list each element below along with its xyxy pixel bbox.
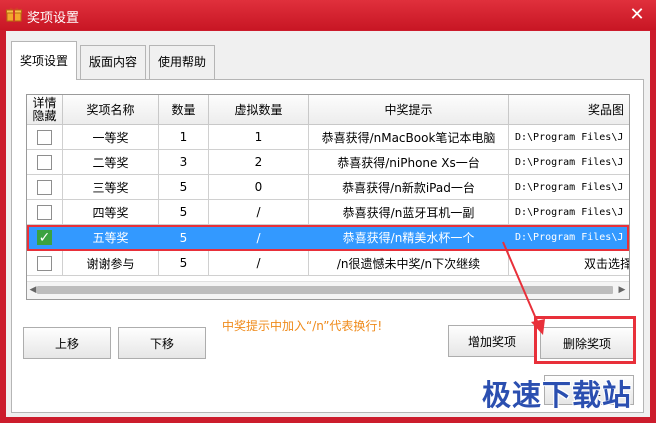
virtual-count-cell[interactable]: / [209, 225, 309, 251]
column-header-count[interactable]: 数量 [159, 95, 209, 125]
tab-help[interactable]: 使用帮助 [149, 45, 215, 79]
hide-detail-checkbox[interactable] [37, 204, 52, 220]
table-row[interactable]: 四等奖 5 / 恭喜获得/n蓝牙耳机一副 D:\Program Files\J [27, 200, 629, 225]
delete-prize-button[interactable]: 删除奖项 [540, 327, 634, 359]
prize-name-cell[interactable]: 四等奖 [63, 200, 159, 225]
hide-detail-checkbox[interactable] [37, 154, 52, 170]
move-down-button[interactable]: 下移 [118, 327, 206, 359]
win-tip-cell[interactable]: 恭喜获得/n精美水杯一个 [309, 225, 509, 251]
prize-count-cell[interactable]: 5 [159, 175, 209, 200]
win-tip-cell[interactable]: 恭喜获得/nMacBook笔记本电脑 [309, 125, 509, 150]
hide-detail-checkbox[interactable] [37, 129, 52, 145]
prize-settings-window: 奖项设置 ✕ 奖项设置 版面内容 使用帮助 详情隐藏 奖项名称 数量 虚拟数量 … [0, 0, 656, 423]
prize-grid[interactable]: 详情隐藏 奖项名称 数量 虚拟数量 中奖提示 奖品图 一等奖 1 1 恭喜获得/… [26, 94, 630, 300]
prize-image-cell[interactable]: D:\Program Files\J [509, 150, 629, 175]
window-title: 奖项设置 [27, 11, 80, 26]
column-header-image[interactable]: 奖品图 [509, 95, 629, 125]
hide-detail-checkbox[interactable] [37, 255, 52, 271]
scroll-right-icon[interactable]: ▶ [617, 285, 627, 295]
move-up-button[interactable]: 上移 [23, 327, 111, 359]
prize-count-cell[interactable]: 5 [159, 225, 209, 251]
virtual-count-cell[interactable]: / [209, 200, 309, 225]
prize-count-cell[interactable]: 1 [159, 125, 209, 150]
virtual-count-cell[interactable]: 1 [209, 125, 309, 150]
table-row[interactable]: 二等奖 3 2 恭喜获得/niPhone Xs一台 D:\Program Fil… [27, 150, 629, 175]
horizontal-scrollbar[interactable]: ◀ ▶ [27, 281, 629, 299]
add-prize-button[interactable]: 增加奖项 [448, 325, 536, 357]
prize-image-cell[interactable]: D:\Program Files\J [509, 175, 629, 200]
win-tip-cell[interactable]: /n很遗憾未中奖/n下次继续 [309, 251, 509, 276]
hide-detail-checkbox[interactable] [37, 179, 52, 195]
virtual-count-cell[interactable]: / [209, 251, 309, 276]
prize-image-cell[interactable]: 双击选择 [509, 251, 629, 276]
prize-name-cell[interactable]: 二等奖 [63, 150, 159, 175]
prize-settings-panel: 详情隐藏 奖项名称 数量 虚拟数量 中奖提示 奖品图 一等奖 1 1 恭喜获得/… [11, 79, 644, 413]
win-tip-cell[interactable]: 恭喜获得/n蓝牙耳机一副 [309, 200, 509, 225]
tab-label: 使用帮助 [157, 55, 206, 69]
virtual-count-cell[interactable]: 0 [209, 175, 309, 200]
close-icon: ✕ [629, 4, 645, 25]
prize-image-cell[interactable]: D:\Program Files\J [509, 125, 629, 150]
prize-name-cell[interactable]: 五等奖 [63, 225, 159, 251]
win-tip-cell[interactable]: 恭喜获得/n新款iPad一台 [309, 175, 509, 200]
line-break-hint: 中奖提示中加入“/n”代表换行! [222, 319, 383, 333]
close-button[interactable]: ✕ [628, 6, 646, 24]
virtual-count-cell[interactable]: 2 [209, 150, 309, 175]
table-row[interactable]: 三等奖 5 0 恭喜获得/n新款iPad一台 D:\Program Files\… [27, 175, 629, 200]
table-row[interactable]: 谢谢参与 5 / /n很遗憾未中奖/n下次继续 双击选择 [27, 251, 629, 276]
prize-count-cell[interactable]: 5 [159, 200, 209, 225]
gift-icon [6, 7, 22, 22]
column-header-name[interactable]: 奖项名称 [63, 95, 159, 125]
tab-label: 奖项设置 [19, 54, 68, 68]
hide-detail-checkbox-checked[interactable]: ✓ [37, 229, 52, 246]
scrollbar-thumb[interactable] [37, 286, 613, 294]
prize-image-cell[interactable]: D:\Program Files\J [509, 225, 629, 251]
prize-count-cell[interactable]: 3 [159, 150, 209, 175]
watermark-logo: 极速下载站 [482, 378, 633, 412]
column-header-virtual[interactable]: 虚拟数量 [209, 95, 309, 125]
title-bar[interactable]: 奖项设置 ✕ [0, 0, 656, 30]
prize-count-cell[interactable]: 5 [159, 251, 209, 276]
checkmark-icon: ✓ [38, 229, 51, 246]
prize-image-cell[interactable]: D:\Program Files\J [509, 200, 629, 225]
table-row[interactable]: 一等奖 1 1 恭喜获得/nMacBook笔记本电脑 D:\Program Fi… [27, 125, 629, 150]
column-header-tip[interactable]: 中奖提示 [309, 95, 509, 125]
dialog-client-area: 奖项设置 版面内容 使用帮助 详情隐藏 奖项名称 数量 虚拟数量 中奖提示 奖品… [6, 31, 650, 417]
column-header-hidden[interactable]: 详情隐藏 [27, 95, 63, 125]
grid-header-row: 详情隐藏 奖项名称 数量 虚拟数量 中奖提示 奖品图 [27, 95, 629, 125]
tab-prize-settings[interactable]: 奖项设置 [11, 41, 77, 80]
tab-layout-content[interactable]: 版面内容 [80, 45, 146, 79]
win-tip-cell[interactable]: 恭喜获得/niPhone Xs一台 [309, 150, 509, 175]
table-row-selected[interactable]: ✓ 五等奖 5 / 恭喜获得/n精美水杯一个 D:\Program Files\… [27, 225, 629, 251]
tab-label: 版面内容 [88, 55, 137, 69]
prize-name-cell[interactable]: 三等奖 [63, 175, 159, 200]
prize-name-cell[interactable]: 一等奖 [63, 125, 159, 150]
prize-name-cell[interactable]: 谢谢参与 [63, 251, 159, 276]
